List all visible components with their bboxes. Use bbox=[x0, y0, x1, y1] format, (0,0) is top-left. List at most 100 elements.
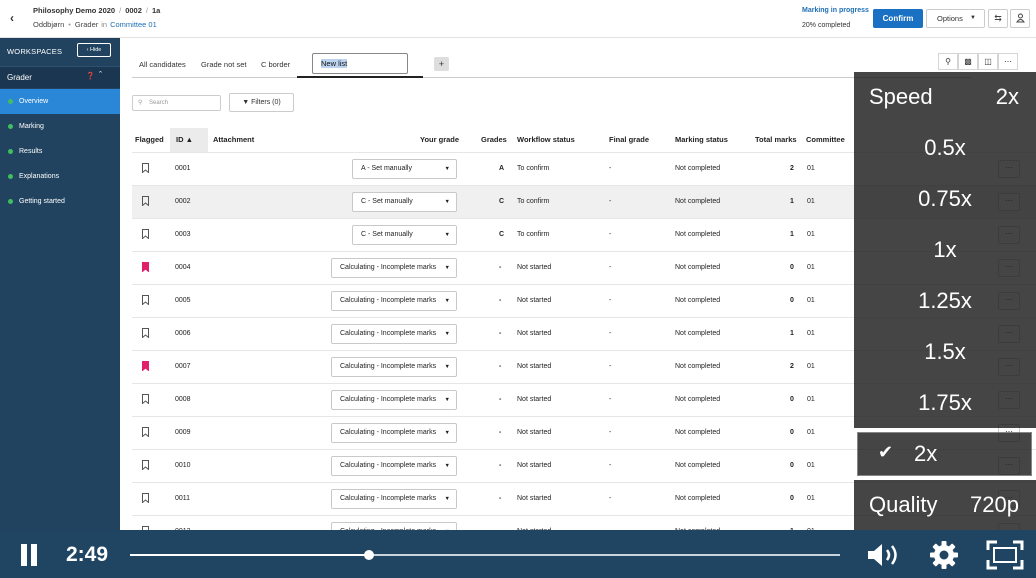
speed-option-1x[interactable]: 1x bbox=[854, 224, 1036, 275]
settings-gear-icon[interactable] bbox=[929, 540, 959, 570]
sidebar-item-marking[interactable]: Marking bbox=[0, 114, 120, 139]
caret-down-icon: ▼ bbox=[444, 430, 450, 436]
grade-select[interactable]: Calculating - Incomplete marks ▼ bbox=[331, 258, 457, 278]
breadcrumb-task[interactable]: 1a bbox=[152, 6, 160, 15]
seek-bar[interactable] bbox=[130, 550, 840, 560]
grade-select[interactable]: C - Set manually ▼ bbox=[352, 225, 457, 245]
committee-link[interactable]: Committee 01 bbox=[110, 20, 157, 29]
help-icon[interactable]: ❓ bbox=[86, 72, 95, 80]
bookmark-filled-icon[interactable] bbox=[142, 262, 149, 272]
back-arrow-icon[interactable]: ‹ bbox=[6, 11, 18, 25]
fullscreen-icon[interactable] bbox=[986, 540, 1024, 570]
grade-select[interactable]: Calculating - Incomplete marks ▼ bbox=[331, 423, 457, 443]
new-list-input[interactable]: New list bbox=[312, 53, 408, 74]
col-flagged[interactable]: Flagged bbox=[135, 135, 164, 144]
col-your-grade[interactable]: Your grade bbox=[420, 135, 459, 144]
sort-asc-icon: ▲ bbox=[185, 135, 194, 144]
grade-select-value: C - Set manually bbox=[361, 231, 413, 238]
tab-c-border[interactable]: C border bbox=[261, 60, 290, 69]
cell-grade: - bbox=[499, 429, 502, 436]
speed-option-1.5x[interactable]: 1.5x bbox=[854, 326, 1036, 377]
bookmark-icon[interactable] bbox=[142, 460, 149, 470]
bookmark-icon[interactable] bbox=[142, 229, 149, 239]
active-tab-underline bbox=[297, 76, 423, 78]
grade-select[interactable]: Calculating - Incomplete marks ▼ bbox=[331, 291, 457, 311]
speed-option-2x-selected[interactable]: ✔ 2x bbox=[857, 432, 1032, 476]
sidebar-item-label: Explanations bbox=[19, 173, 60, 180]
grade-select[interactable]: Calculating - Incomplete marks ▼ bbox=[331, 489, 457, 509]
quality-menu-item[interactable]: Quality 720p bbox=[854, 480, 1036, 530]
bookmark-icon[interactable] bbox=[142, 196, 149, 206]
cell-committee: 01 bbox=[807, 462, 815, 469]
grader-section[interactable]: Grader ❓ ˆ bbox=[0, 66, 120, 88]
cell-id: 0003 bbox=[175, 231, 191, 238]
bookmark-icon[interactable] bbox=[142, 163, 149, 173]
tab-all-candidates[interactable]: All candidates bbox=[139, 60, 186, 69]
hide-sidebar-button[interactable]: ‹ Hide bbox=[77, 43, 111, 57]
filters-button[interactable]: ▼ Filters (0) bbox=[229, 93, 294, 112]
grade-select[interactable]: Calculating - Incomplete marks ▼ bbox=[331, 390, 457, 410]
sidebar-item-overview[interactable]: Overview bbox=[0, 89, 120, 114]
chevron-up-icon[interactable]: ˆ bbox=[99, 70, 102, 80]
col-total-marks[interactable]: Total marks bbox=[755, 135, 797, 144]
speed-option-1.25x[interactable]: 1.25x bbox=[854, 275, 1036, 326]
caret-down-icon: ▼ bbox=[444, 463, 450, 469]
breadcrumb-candidate[interactable]: 0002 bbox=[125, 6, 142, 15]
col-grades[interactable]: Grades bbox=[481, 135, 507, 144]
col-workflow-status[interactable]: Workflow status bbox=[517, 135, 575, 144]
speed-menu-header[interactable]: Speed 2x bbox=[854, 72, 1036, 120]
speed-option-1.75x[interactable]: 1.75x bbox=[854, 377, 1036, 428]
grade-select[interactable]: Calculating - Incomplete marks ▼ bbox=[331, 456, 457, 476]
bookmark-icon[interactable] bbox=[142, 295, 149, 305]
cell-marking-status: Not completed bbox=[675, 198, 721, 205]
user-icon[interactable] bbox=[1010, 9, 1030, 28]
cell-id: 0001 bbox=[175, 165, 191, 172]
bookmark-icon[interactable] bbox=[142, 493, 149, 503]
col-final-grade[interactable]: Final grade bbox=[609, 135, 649, 144]
volume-icon[interactable] bbox=[866, 542, 902, 568]
search-input[interactable]: ⚲ Search bbox=[132, 95, 221, 111]
percent-completed: 20% completed bbox=[802, 22, 851, 29]
sidebar-item-getting-started[interactable]: Getting started bbox=[0, 189, 120, 214]
speed-option-0.75x[interactable]: 0.75x bbox=[854, 173, 1036, 224]
top-bar: ‹ Philosophy Demo 2020/0002/1a Oddbjørn •… bbox=[0, 0, 1036, 38]
bookmark-filled-icon[interactable] bbox=[142, 361, 149, 371]
columns-icon[interactable]: ◫ bbox=[978, 53, 998, 70]
cell-marking-status: Not completed bbox=[675, 264, 721, 271]
breadcrumb-exam[interactable]: Philosophy Demo 2020 bbox=[33, 6, 115, 15]
more-icon[interactable]: ⋯ bbox=[998, 53, 1018, 70]
options-dropdown[interactable]: Options ▼ bbox=[926, 9, 985, 28]
cell-total-marks: 1 bbox=[790, 198, 794, 205]
bookmark-icon[interactable] bbox=[142, 394, 149, 404]
bookmark-icon[interactable] bbox=[142, 328, 149, 338]
search-icon[interactable]: ⚲ bbox=[938, 53, 958, 70]
lock-icon[interactable]: ▩ bbox=[958, 53, 978, 70]
cell-total-marks: 0 bbox=[790, 462, 794, 469]
pause-icon[interactable] bbox=[19, 544, 39, 566]
confirm-button[interactable]: Confirm bbox=[873, 9, 923, 28]
col-attachment[interactable]: Attachment bbox=[213, 135, 254, 144]
sidebar-item-explanations[interactable]: Explanations bbox=[0, 164, 120, 189]
tab-grade-not-set[interactable]: Grade not set bbox=[201, 60, 246, 69]
cell-committee: 01 bbox=[807, 297, 815, 304]
add-list-button[interactable]: + bbox=[434, 57, 449, 71]
col-marking-status[interactable]: Marking status bbox=[675, 135, 728, 144]
seek-handle[interactable] bbox=[363, 550, 374, 560]
grade-select[interactable]: Calculating - Incomplete marks ▼ bbox=[331, 324, 457, 344]
grade-select[interactable]: C - Set manually ▼ bbox=[352, 192, 457, 212]
grade-select[interactable]: Calculating - Incomplete marks ▼ bbox=[331, 357, 457, 377]
swap-icon[interactable]: ⇆ bbox=[988, 9, 1008, 28]
search-placeholder: Search bbox=[149, 100, 169, 106]
grade-select-value: Calculating - Incomplete marks bbox=[340, 462, 437, 469]
bookmark-icon[interactable] bbox=[142, 427, 149, 437]
cell-marking-status: Not completed bbox=[675, 330, 721, 337]
breadcrumb: Philosophy Demo 2020/0002/1a bbox=[33, 6, 161, 15]
sidebar-item-results[interactable]: Results bbox=[0, 139, 120, 164]
grade-select[interactable]: A - Set manually ▼ bbox=[352, 159, 457, 179]
speed-option-0.5x[interactable]: 0.5x bbox=[854, 122, 1036, 173]
options-label: Options bbox=[937, 14, 963, 23]
user-context: Oddbjørn • Grader in Committee 01 bbox=[33, 20, 157, 29]
col-id[interactable]: ID ▲ bbox=[176, 135, 193, 144]
col-committee[interactable]: Committee bbox=[806, 135, 845, 144]
cell-committee: 01 bbox=[807, 264, 815, 271]
